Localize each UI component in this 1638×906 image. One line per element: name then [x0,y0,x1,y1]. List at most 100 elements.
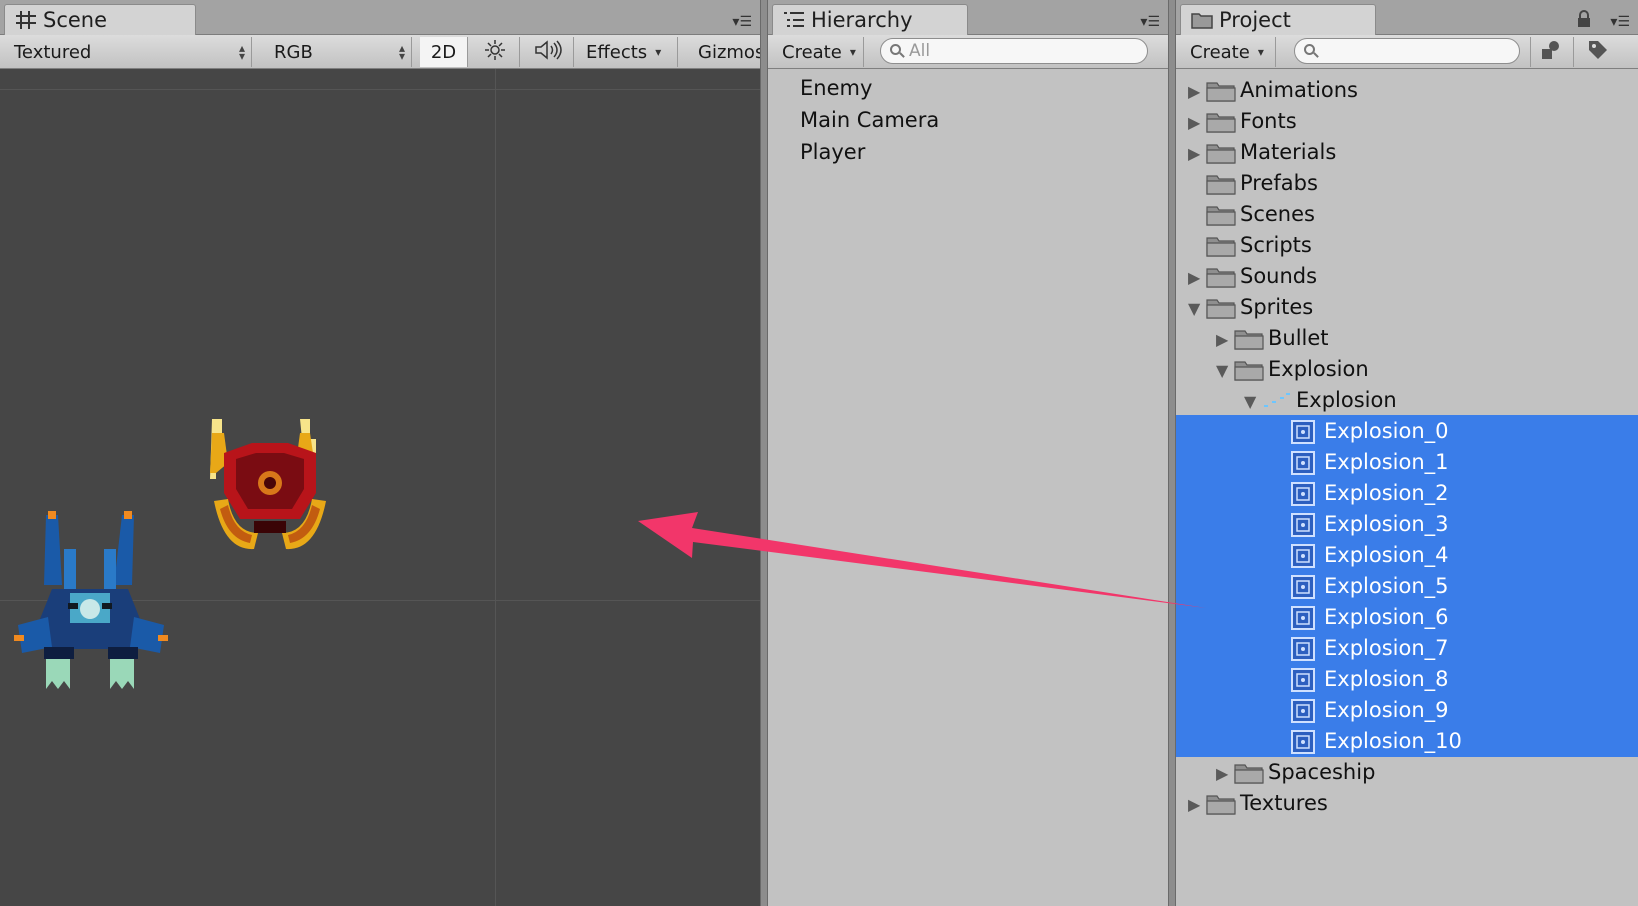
project-sprite-row[interactable]: Explosion_3 [1176,508,1638,540]
draw-mode-value: Textured [14,41,92,63]
expand-triangle-icon[interactable]: ▼ [1188,299,1200,318]
folder-icon [1234,359,1264,381]
tab-hierarchy[interactable]: Hierarchy [772,4,968,35]
expand-triangle-icon[interactable]: ▼ [1216,361,1228,380]
project-toolbar: Create [1176,35,1638,69]
project-create-dropdown[interactable]: Create [1180,37,1276,67]
sprite-icon [1290,605,1316,631]
folder-icon [1206,80,1236,102]
panel-menu-icon[interactable]: ▾☰ [1602,14,1630,30]
project-sprite-row[interactable]: Explosion_1 [1176,446,1638,478]
project-sprite-row[interactable]: Explosion_10 [1176,725,1638,757]
hierarchy-toolbar: Create All [768,35,1168,69]
project-tabstrip: Project ▾☰ [1176,0,1638,35]
folder-icon [1206,235,1236,257]
collapse-triangle-icon[interactable]: ▶ [1216,764,1228,783]
collapse-triangle-icon[interactable]: ▶ [1188,113,1200,132]
spritesheet-icon [1262,390,1292,412]
list-icon [783,10,805,30]
project-panel: Project ▾☰ Create ▶ Animations ▶ Fonts ▶ Mate… [1176,0,1638,906]
project-sprite-row[interactable]: Explosion_2 [1176,477,1638,509]
project-create-label: Create [1190,41,1250,63]
project-item-label: Explosion_4 [1324,543,1449,567]
project-folder-row[interactable]: Prefabs [1176,167,1638,199]
audio-toggle[interactable] [522,37,574,67]
project-item-label: Explosion_10 [1324,729,1462,753]
project-sprite-row[interactable]: Explosion_4 [1176,539,1638,571]
project-sprite-row[interactable]: Explosion_7 [1176,632,1638,664]
project-folder-row[interactable]: ▶ Materials [1176,136,1638,168]
project-sprite-row[interactable]: Explosion_5 [1176,570,1638,602]
collapse-triangle-icon[interactable]: ▶ [1188,795,1200,814]
folder-icon [1206,204,1236,226]
project-folder-row[interactable]: ▶ Fonts [1176,105,1638,137]
2d-toggle[interactable]: 2D [420,37,468,67]
project-item-label: Materials [1240,140,1337,164]
hierarchy-item[interactable]: Main Camera [800,104,939,136]
project-sprite-row[interactable]: Explosion_8 [1176,663,1638,695]
project-folder-row[interactable]: Scripts [1176,229,1638,261]
project-sprite-row[interactable]: Explosion_9 [1176,694,1638,726]
project-item-label: Scripts [1240,233,1312,257]
folder-icon [1234,328,1264,350]
collapse-triangle-icon[interactable]: ▶ [1188,268,1200,287]
scene-toolbar: Textured ▴▾ RGB ▴▾ 2D Effects Gizmos [0,35,764,69]
project-item-label: Animations [1240,78,1359,102]
folder-icon [1206,173,1236,195]
color-mode-dropdown[interactable]: RGB ▴ ▾ [264,37,412,67]
project-item-label: Sprites [1240,295,1314,319]
sprite-icon [1290,729,1316,755]
lighting-toggle[interactable] [470,37,520,67]
project-item-label: Explosion [1268,357,1369,381]
sprite-icon [1290,636,1316,662]
project-item-label: Textures [1240,791,1328,815]
effects-dropdown[interactable]: Effects [576,37,678,67]
project-folder-row[interactable]: ▼ Sprites [1176,291,1638,323]
collapse-triangle-icon[interactable]: ▶ [1188,82,1200,101]
project-folder-row[interactable]: ▶ Animations [1176,74,1638,106]
panel-menu-icon[interactable]: ▾☰ [724,14,752,30]
project-item-label: Explosion_1 [1324,450,1449,474]
player-sprite[interactable] [12,509,170,689]
project-folder-row[interactable]: ▼ Explosion [1176,353,1638,385]
sprite-icon [1290,667,1316,693]
collapse-triangle-icon[interactable]: ▶ [1188,144,1200,163]
hierarchy-search-input[interactable]: All [880,38,1148,64]
tab-scene[interactable]: Scene [4,4,196,35]
scene-viewport[interactable] [0,69,760,906]
project-item-label: Explosion_3 [1324,512,1449,536]
project-folder-row[interactable]: ▶ Bullet [1176,322,1638,354]
panel-divider[interactable] [760,0,768,906]
project-folder-row[interactable]: ▼ Explosion [1176,384,1638,416]
color-mode-value: RGB [274,41,313,63]
folder-icon [1206,266,1236,288]
updown-icon: ▴ ▾ [238,41,245,63]
sprite-icon [1290,698,1316,724]
lock-icon[interactable] [1576,10,1592,28]
project-sprite-row[interactable]: Explosion_0 [1176,415,1638,447]
draw-mode-dropdown[interactable]: Textured ▴ ▾ [4,37,252,67]
project-item-label: Explosion_0 [1324,419,1449,443]
hierarchy-create-dropdown[interactable]: Create [772,37,864,67]
collapse-triangle-icon[interactable]: ▶ [1216,330,1228,349]
grid-line [0,89,760,90]
expand-triangle-icon[interactable]: ▼ [1244,392,1256,411]
hierarchy-item[interactable]: Enemy [800,72,872,104]
filter-by-label-button[interactable] [1576,37,1620,67]
project-search-input[interactable] [1294,38,1520,64]
panel-menu-icon[interactable]: ▾☰ [1132,14,1160,30]
tag-icon [1587,39,1609,66]
project-folder-row[interactable]: ▶ Textures [1176,787,1638,819]
2d-toggle-label: 2D [430,41,457,63]
filter-by-type-button[interactable] [1530,37,1574,67]
hierarchy-item[interactable]: Player [800,136,865,168]
project-sprite-row[interactable]: Explosion_6 [1176,601,1638,633]
tab-project[interactable]: Project [1180,4,1376,35]
project-folder-row[interactable]: ▶ Spaceship [1176,756,1638,788]
panel-divider[interactable] [1168,0,1176,906]
enemy-sprite[interactable] [206,409,334,559]
project-folder-row[interactable]: ▶ Sounds [1176,260,1638,292]
project-folder-row[interactable]: Scenes [1176,198,1638,230]
grid-icon [15,10,37,30]
project-item-label: Explosion_9 [1324,698,1449,722]
